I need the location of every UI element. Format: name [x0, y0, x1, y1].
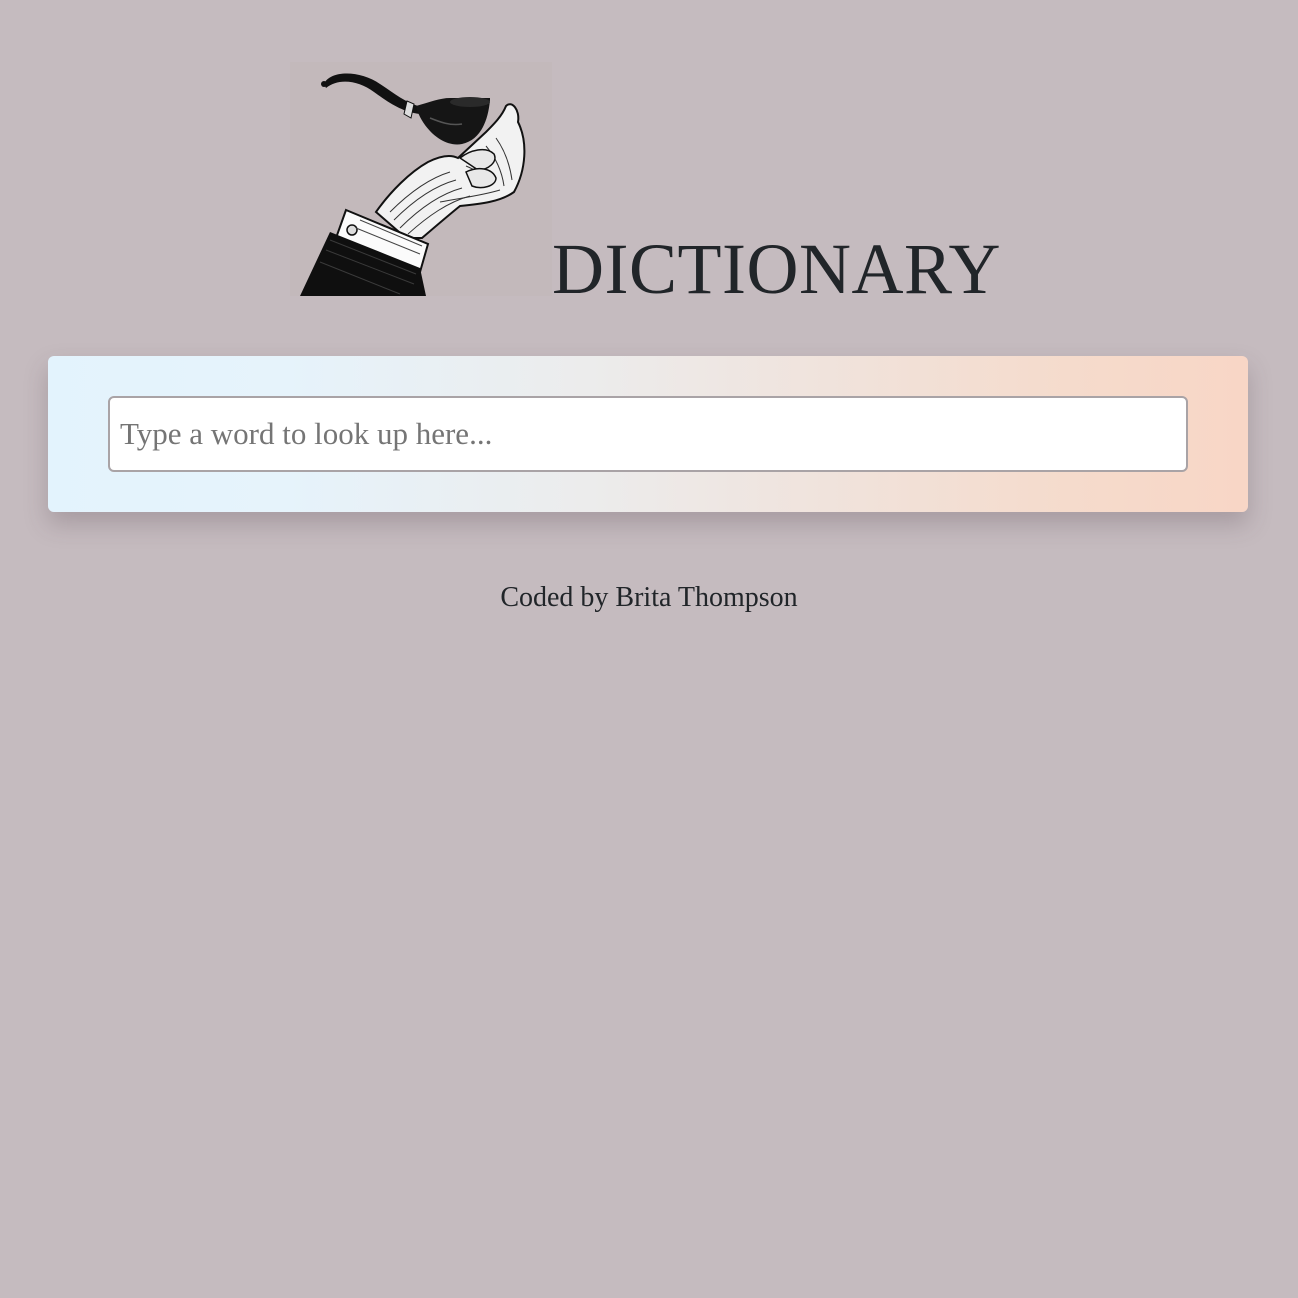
header: DICTIONARY: [0, 0, 1298, 310]
hand-holding-pipe-icon: [290, 62, 552, 296]
page-title: DICTIONARY: [552, 229, 1001, 309]
footer-credit: Coded by Brita Thompson: [500, 582, 798, 613]
search-card: [48, 356, 1248, 512]
search-input[interactable]: [108, 396, 1188, 472]
page: DICTIONARY Coded by Brita Thompson: [0, 0, 1298, 1298]
